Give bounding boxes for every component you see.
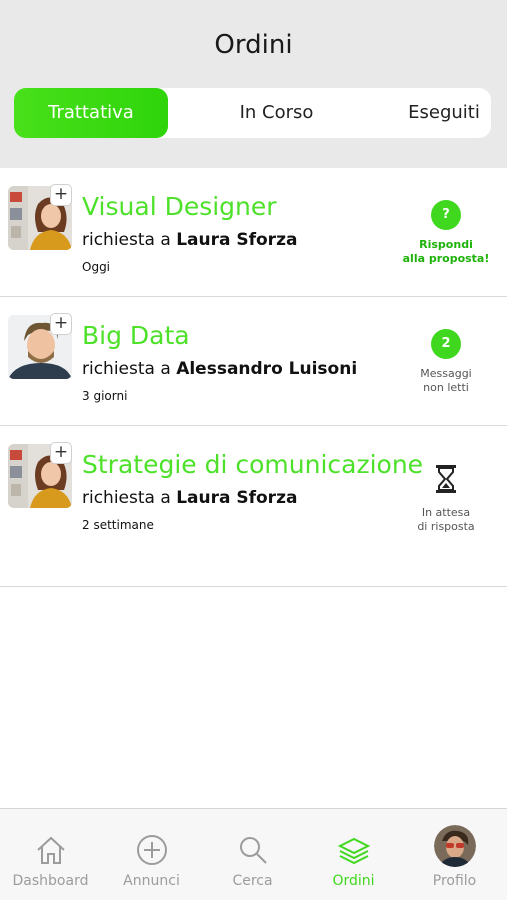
tab-label: Profilo bbox=[432, 873, 477, 889]
tab-trattativa[interactable]: Trattativa bbox=[14, 88, 168, 138]
tab-in-corso[interactable]: In Corso bbox=[204, 88, 349, 138]
add-icon[interactable]: + bbox=[50, 442, 72, 464]
order-row[interactable]: + Visual Designer richiesta a Laura Sfor… bbox=[0, 168, 507, 297]
tab-label: Annunci bbox=[123, 873, 180, 889]
order-subtitle: richiesta a Laura Sforza bbox=[82, 230, 297, 250]
avatar: + bbox=[8, 313, 72, 379]
layers-icon bbox=[337, 837, 370, 865]
order-row[interactable]: + Big Data richiesta a Alessandro Luison… bbox=[0, 297, 507, 426]
person-name: Alessandro Luisoni bbox=[176, 359, 358, 379]
tab-profilo[interactable]: Profilo bbox=[404, 809, 505, 900]
home-icon bbox=[36, 836, 65, 864]
order-status[interactable]: In attesa di risposta bbox=[392, 464, 500, 534]
tab-ordini[interactable]: Ordini bbox=[303, 809, 404, 900]
order-status[interactable]: ? Rispondi alla proposta! bbox=[392, 200, 500, 266]
order-status[interactable]: 2 Messaggi non letti bbox=[392, 329, 500, 395]
tab-cerca[interactable]: Cerca bbox=[202, 809, 303, 900]
add-icon[interactable]: + bbox=[50, 313, 72, 335]
header: Ordini Trattativa In Corso Eseguiti bbox=[0, 0, 507, 168]
page-title: Ordini bbox=[214, 30, 293, 60]
order-subtitle: richiesta a Alessandro Luisoni bbox=[82, 359, 357, 379]
order-list: + Visual Designer richiesta a Laura Sfor… bbox=[0, 168, 507, 587]
tab-annunci[interactable]: Annunci bbox=[101, 809, 202, 900]
bottom-tab-bar: Dashboard Annunci Cerca Ordini Profilo bbox=[0, 808, 507, 900]
status-label: Messaggi non letti bbox=[420, 367, 472, 394]
order-title[interactable]: Strategie di comunicazione bbox=[82, 450, 423, 479]
order-title[interactable]: Visual Designer bbox=[82, 192, 277, 221]
question-badge: ? bbox=[431, 200, 461, 230]
avatar bbox=[433, 825, 476, 867]
status-label: Rispondi alla proposta! bbox=[402, 238, 490, 265]
avatar: + bbox=[8, 184, 72, 250]
order-time: 2 settimane bbox=[82, 518, 154, 532]
app: Ordini Trattativa In Corso Eseguiti + Vi… bbox=[0, 0, 507, 900]
tab-dashboard[interactable]: Dashboard bbox=[0, 809, 101, 900]
tab-label: Ordini bbox=[332, 873, 375, 889]
order-row[interactable]: + Strategie di comunicazione richiesta a… bbox=[0, 426, 507, 587]
segmented-control: Trattativa In Corso Eseguiti bbox=[14, 88, 491, 138]
order-time: 3 giorni bbox=[82, 389, 128, 403]
add-icon[interactable]: + bbox=[50, 184, 72, 206]
tab-eseguiti[interactable]: Eseguiti bbox=[384, 88, 504, 138]
plus-circle-icon bbox=[136, 835, 167, 865]
person-name: Laura Sforza bbox=[176, 488, 298, 508]
order-time: Oggi bbox=[82, 260, 111, 274]
request-prefix: richiesta a bbox=[82, 359, 171, 379]
unread-count-badge: 2 bbox=[431, 329, 461, 359]
avatar: + bbox=[8, 442, 72, 508]
request-prefix: richiesta a bbox=[82, 230, 171, 250]
person-name: Laura Sforza bbox=[176, 230, 298, 250]
search-icon bbox=[239, 837, 267, 864]
tab-label: Dashboard bbox=[12, 873, 89, 889]
status-label: In attesa di risposta bbox=[417, 506, 475, 533]
tab-label: Cerca bbox=[232, 873, 273, 889]
order-title[interactable]: Big Data bbox=[82, 321, 190, 350]
request-prefix: richiesta a bbox=[82, 488, 171, 508]
order-subtitle: richiesta a Laura Sforza bbox=[82, 488, 297, 508]
hourglass-icon bbox=[436, 465, 456, 493]
